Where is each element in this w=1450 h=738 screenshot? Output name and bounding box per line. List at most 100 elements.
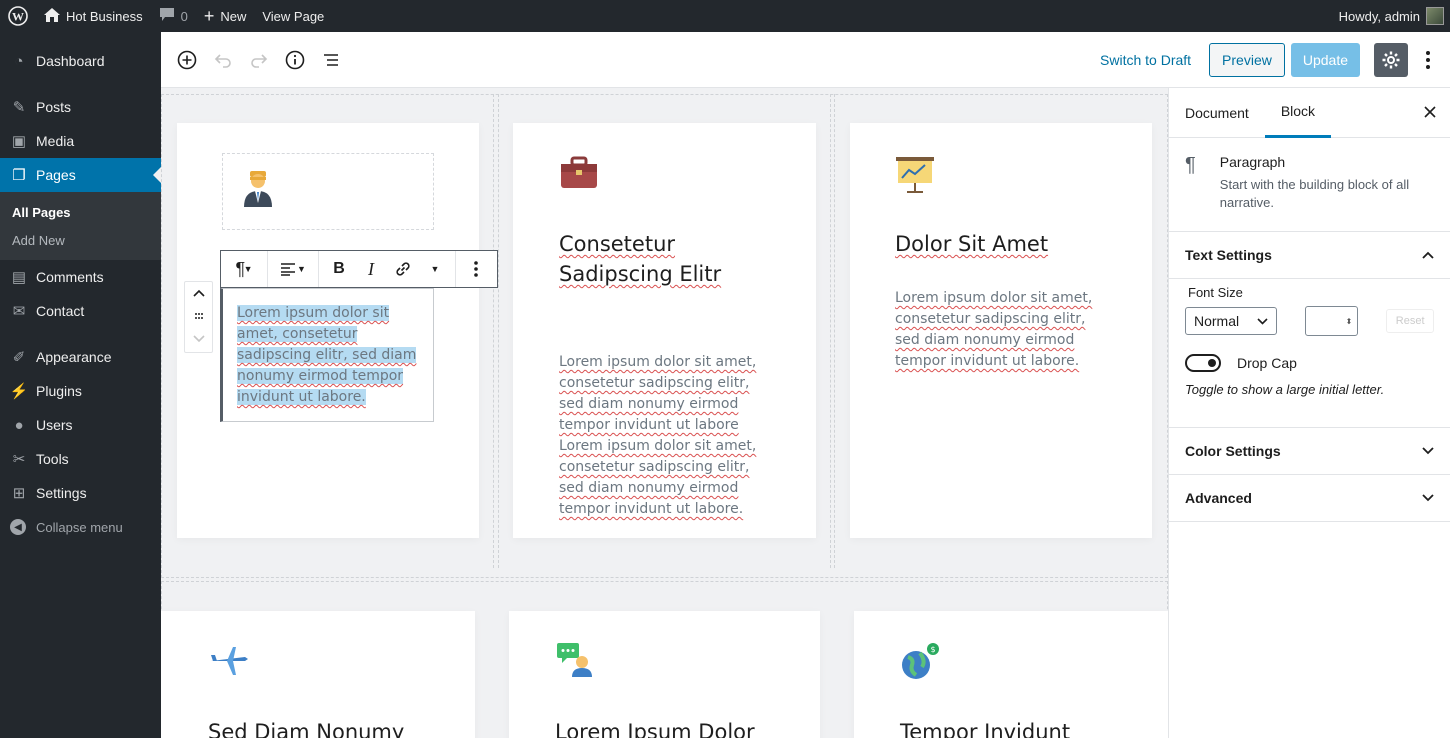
presentation-chart-icon <box>895 156 935 196</box>
comments-link[interactable]: 0 <box>151 0 196 32</box>
custom-font-size-input[interactable]: ⬍ <box>1304 306 1359 336</box>
add-block-button[interactable] <box>169 42 205 78</box>
text-settings-toggle[interactable]: Text Settings <box>1169 232 1450 279</box>
card-body: Lorem ipsum dolor sit amet, consetetur s… <box>895 290 1093 369</box>
feature-card[interactable]: Sed Diam Nonumy <box>161 611 475 738</box>
block-mover <box>184 281 213 353</box>
admin-bar: W Hot Business 0 + New View Page Howdy, … <box>0 0 1450 32</box>
feature-card[interactable]: Consetetur Sadipscing Elitr Lorem ipsum … <box>513 123 816 538</box>
pin-icon: ✎ <box>12 99 26 116</box>
redo-button[interactable] <box>241 42 277 78</box>
new-content-link[interactable]: + New <box>196 0 255 32</box>
settings-tabs: Document Block <box>1169 88 1450 138</box>
my-account-link[interactable]: Howdy, admin <box>1331 0 1450 32</box>
block-type-button[interactable]: ¶ ▼ <box>225 253 263 285</box>
settings-toggle-button[interactable] <box>1374 42 1408 77</box>
admin-sidebar: ◔ Dashboard ✎ Posts ▣ Media ❐ Pages All … <box>0 32 161 738</box>
card-title: Lorem Ipsum Dolor <box>555 720 755 738</box>
sidebar-item-plugins[interactable]: ⚡ Plugins <box>0 374 161 408</box>
block-card: ¶ Paragraph Start with the building bloc… <box>1169 138 1450 232</box>
media-icon: ▣ <box>11 133 27 150</box>
submenu-all-pages[interactable]: All Pages <box>0 198 161 226</box>
tab-document[interactable]: Document <box>1169 88 1265 138</box>
site-name-link[interactable]: Hot Business <box>36 0 151 32</box>
more-menu-button[interactable] <box>1416 43 1440 77</box>
chevron-down-icon <box>1422 494 1434 502</box>
align-button[interactable]: ▼ <box>272 253 314 285</box>
sidebar-item-media[interactable]: ▣ Media <box>0 124 161 158</box>
chevron-down-icon <box>192 335 205 343</box>
submenu-add-new[interactable]: Add New <box>0 226 161 254</box>
collapse-arrow-icon: ◀ <box>10 519 26 535</box>
svg-text:$: $ <box>930 645 935 654</box>
tab-block[interactable]: Block <box>1264 88 1332 138</box>
chevron-up-icon <box>1422 251 1434 259</box>
sidebar-item-comments[interactable]: ▤ Comments <box>0 260 161 294</box>
close-sidebar-button[interactable] <box>1424 102 1436 123</box>
wrench-icon: ✂ <box>12 451 26 468</box>
undo-button[interactable] <box>205 42 241 78</box>
block-navigation-button[interactable] <box>313 42 349 78</box>
sidebar-item-posts[interactable]: ✎ Posts <box>0 90 161 124</box>
brush-icon: ✐ <box>12 349 26 366</box>
preview-button[interactable]: Preview <box>1209 42 1285 77</box>
sidebar-item-tools[interactable]: ✂ Tools <box>0 442 161 476</box>
drop-cap-toggle[interactable] <box>1185 354 1221 372</box>
caret-down-icon: ▼ <box>241 264 253 274</box>
vertical-ellipsis-icon <box>1426 50 1430 69</box>
caret-down-icon: ▼ <box>430 264 440 274</box>
block-description: Start with the building block of all nar… <box>1219 177 1410 210</box>
sidebar-item-contact[interactable]: ✉ Contact <box>0 294 161 328</box>
sidebar-item-appearance[interactable]: ✐ Appearance <box>0 340 161 374</box>
font-size-select[interactable]: Normal <box>1185 307 1277 335</box>
feature-card[interactable]: $ Tempor Invidunt <box>854 611 1168 738</box>
list-view-icon <box>324 53 338 66</box>
italic-button[interactable]: I <box>355 253 387 285</box>
sidebar-item-users[interactable]: ● Users <box>0 408 161 442</box>
column-divider <box>830 94 831 568</box>
drag-handle[interactable] <box>194 311 204 323</box>
font-size-label: Font Size <box>1188 285 1243 300</box>
content-info-button[interactable] <box>277 42 313 78</box>
sidebar-item-settings[interactable]: ⊞ Settings <box>0 476 161 510</box>
switch-to-draft-button[interactable]: Switch to Draft <box>1088 52 1203 68</box>
block-options-button[interactable] <box>460 253 492 285</box>
italic-icon: I <box>368 258 374 279</box>
plug-icon: ⚡ <box>9 383 29 400</box>
reset-font-size-button[interactable]: Reset <box>1386 309 1434 333</box>
bold-button[interactable]: B <box>323 253 355 285</box>
block-type-group: ¶ ▼ <box>221 251 268 287</box>
dashboard-icon: ◔ <box>14 52 24 70</box>
feature-card[interactable]: Dolor Sit Amet Lorem ipsum dolor sit ame… <box>850 123 1152 538</box>
update-button[interactable]: Update <box>1290 42 1360 77</box>
more-formats-button[interactable]: ▼ <box>419 253 451 285</box>
block-toolbar: ¶ ▼ ▼ B I ▼ <box>220 250 498 288</box>
chevron-down-icon <box>1256 317 1268 325</box>
wordpress-logo-icon[interactable]: W <box>0 0 36 32</box>
move-up-button[interactable] <box>192 288 205 300</box>
link-button[interactable] <box>387 253 419 285</box>
icon-block[interactable] <box>222 153 434 230</box>
selected-paragraph-text[interactable]: Lorem ipsum dolor sit amet, consetetur s… <box>237 303 422 408</box>
color-settings-toggle[interactable]: Color Settings <box>1169 428 1450 475</box>
alignment-group: ▼ <box>268 251 319 287</box>
collapse-menu-button[interactable]: ◀ Collapse menu <box>0 510 161 544</box>
card-title: Sed Diam Nonumy <box>208 720 405 738</box>
block-name: Paragraph <box>1219 154 1286 170</box>
column-divider <box>834 94 835 568</box>
editor-header: Switch to Draft Preview Update <box>161 32 1450 88</box>
comment-icon: ▤ <box>11 269 27 286</box>
move-down-button[interactable] <box>192 334 205 346</box>
chat-user-icon <box>556 641 596 681</box>
paragraph-block-selected[interactable]: Lorem ipsum dolor sit amet, consetetur s… <box>220 288 434 422</box>
sidebar-item-dashboard[interactable]: ◔ Dashboard <box>0 44 161 78</box>
stepper-arrows-icon: ⬍ <box>1345 316 1353 326</box>
plus-circle-icon <box>177 50 197 69</box>
sidebar-item-pages[interactable]: ❐ Pages <box>0 158 161 192</box>
drop-cap-label: Drop Cap <box>1237 355 1297 371</box>
bold-icon: B <box>333 260 345 277</box>
advanced-toggle[interactable]: Advanced <box>1169 475 1450 522</box>
link-icon <box>396 262 410 276</box>
feature-card[interactable]: Lorem Ipsum Dolor <box>509 611 820 738</box>
view-page-link[interactable]: View Page <box>254 0 332 32</box>
